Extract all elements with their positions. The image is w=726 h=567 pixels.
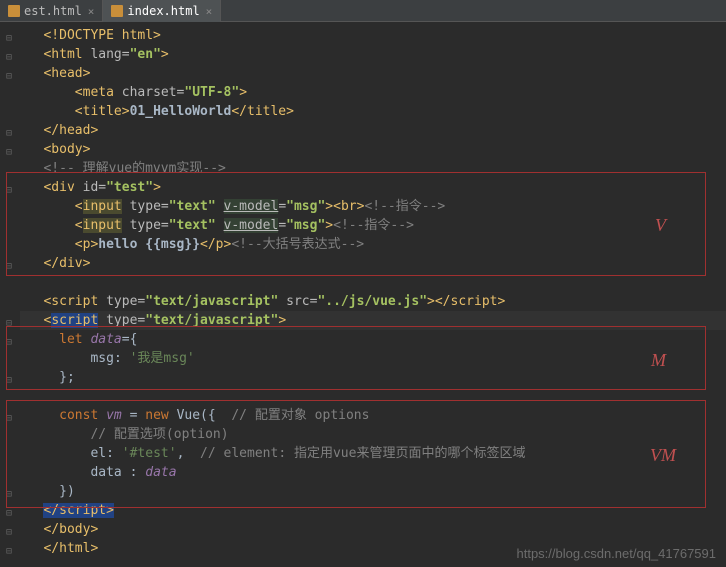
highlighted-script: script — [51, 313, 98, 328]
annotation-label-m: M — [651, 350, 666, 371]
fold-icon[interactable]: ⊟ — [6, 29, 12, 48]
fold-icon[interactable]: ⊟ — [6, 67, 12, 86]
fold-icon[interactable]: ⊟ — [6, 409, 12, 428]
fold-icon[interactable]: ⊟ — [6, 523, 12, 542]
code-text: <body> — [43, 142, 90, 157]
fold-icon[interactable]: ⊟ — [6, 542, 12, 561]
code-comment: <!-- 理解vue的mvvm实现--> — [43, 161, 225, 176]
html-file-icon — [8, 5, 20, 17]
annotation-label-vm: VM — [650, 445, 676, 466]
annotation-label-v: V — [655, 215, 666, 236]
fold-icon[interactable]: ⊟ — [6, 257, 12, 276]
tab-est[interactable]: est.html × — [0, 0, 103, 22]
tab-index[interactable]: index.html × — [103, 0, 221, 22]
fold-icon[interactable]: ⊟ — [6, 504, 12, 523]
watermark: https://blog.csdn.net/qq_41767591 — [517, 546, 717, 561]
fold-icon[interactable]: ⊟ — [6, 485, 12, 504]
close-icon[interactable]: × — [88, 5, 95, 18]
code-text: <meta — [75, 85, 122, 100]
fold-icon[interactable]: ⊟ — [6, 371, 12, 390]
fold-icon[interactable]: ⊟ — [6, 124, 12, 143]
highlighted-script-close: </script> — [43, 503, 113, 518]
highlighted-vmodel: v-model — [224, 199, 279, 214]
fold-icon[interactable]: ⊟ — [6, 181, 12, 200]
tab-bar: est.html × index.html × — [0, 0, 726, 22]
fold-icon[interactable]: ⊟ — [6, 314, 12, 333]
highlighted-input: input — [83, 199, 122, 214]
code-text: </head> — [43, 123, 98, 138]
tab-label: est.html — [24, 4, 82, 18]
code-text: <!DOCTYPE html> — [43, 28, 160, 43]
close-icon[interactable]: × — [206, 5, 213, 18]
tab-label: index.html — [127, 4, 199, 18]
fold-icon[interactable]: ⊟ — [6, 48, 12, 67]
code-text: <html — [43, 47, 90, 62]
code-editor[interactable]: ⊟ <!DOCTYPE html> ⊟ <html lang="en"> ⊟ <… — [0, 22, 726, 562]
code-text: <head> — [43, 66, 90, 81]
html-file-icon — [111, 5, 123, 17]
fold-icon[interactable]: ⊟ — [6, 333, 12, 352]
code-text: <title> — [75, 104, 130, 119]
code-text: <div — [43, 180, 82, 195]
fold-icon[interactable]: ⊟ — [6, 143, 12, 162]
code-text: </div> — [43, 256, 90, 271]
